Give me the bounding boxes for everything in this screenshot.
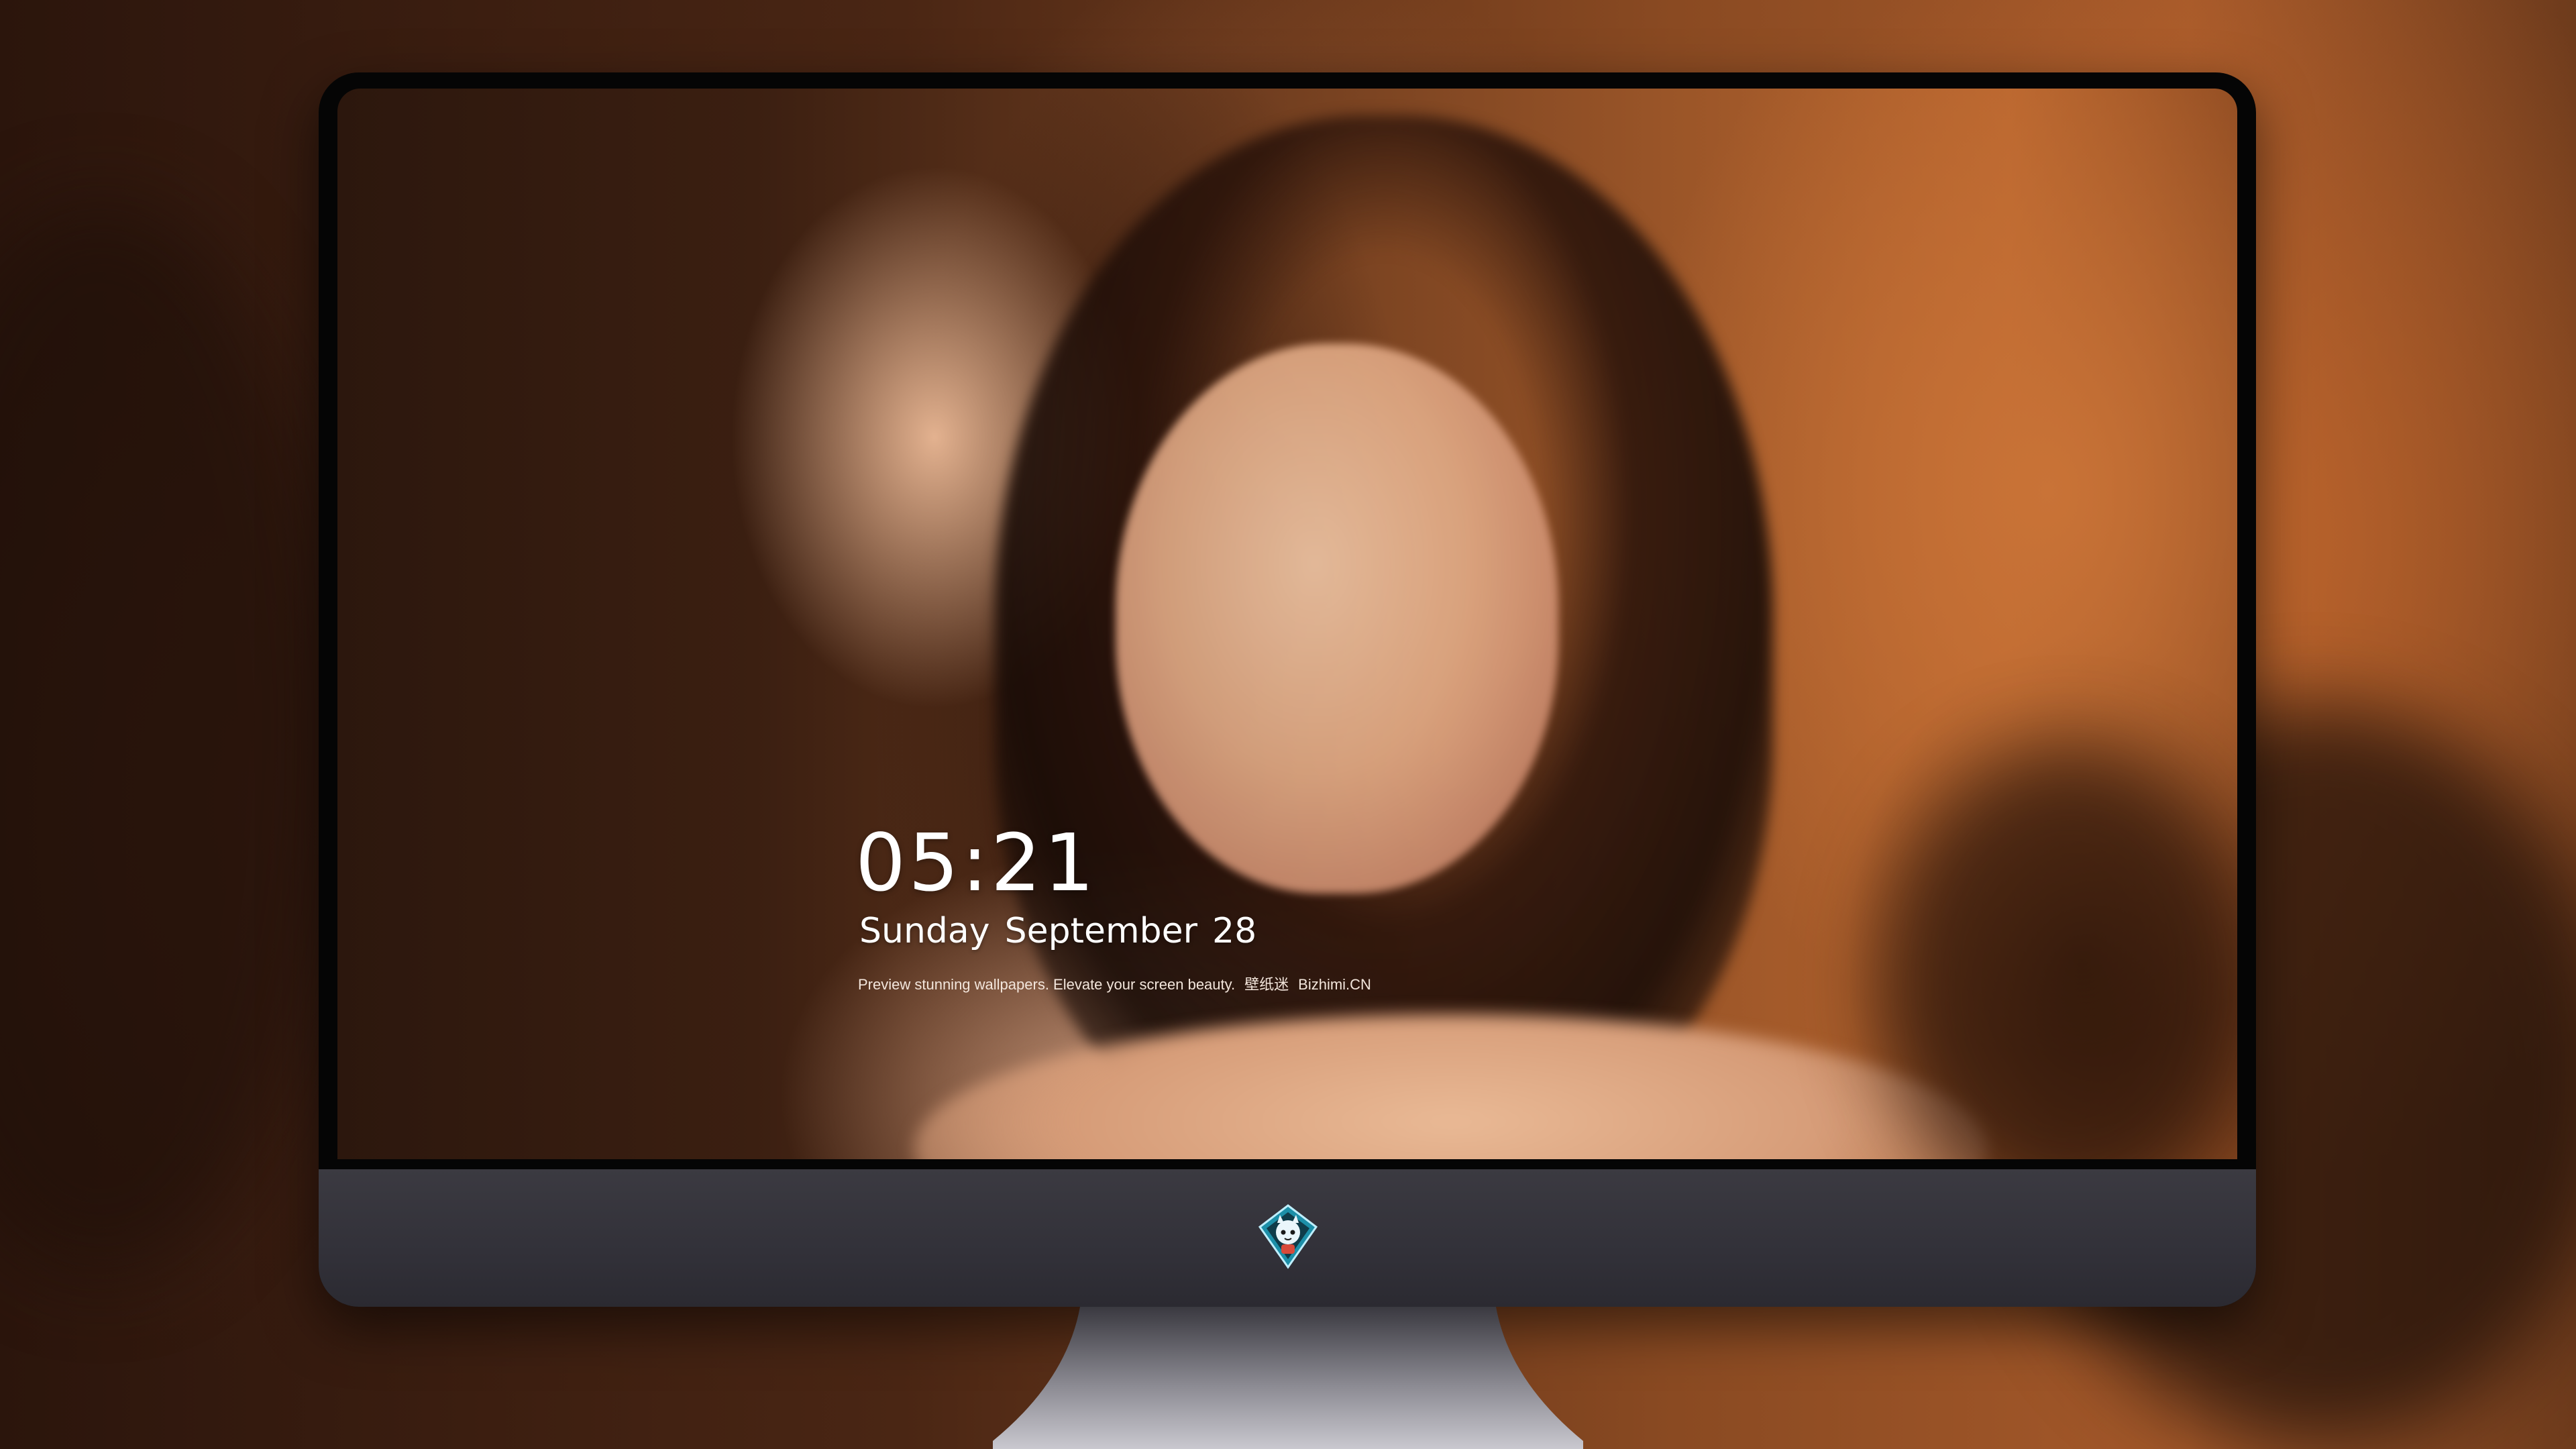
date-month: September bbox=[1004, 911, 1197, 951]
caption-brand-cn: 壁纸迷 bbox=[1244, 976, 1289, 993]
lock-screen[interactable]: 05:21 Sunday September 28 Preview stunning… bbox=[337, 89, 2237, 1159]
mascot-logo-icon bbox=[1256, 1203, 1320, 1270]
wallpaper-shadow bbox=[1880, 746, 2237, 1159]
date-weekday: Sunday bbox=[859, 911, 990, 951]
wallpaper-shoulders bbox=[914, 1014, 1988, 1159]
date-day: 28 bbox=[1212, 911, 1257, 951]
monitor: 05:21 Sunday September 28 Preview stunning… bbox=[319, 72, 2256, 1307]
lock-date: Sunday September 28 bbox=[859, 911, 1271, 951]
wallpaper-face bbox=[1116, 343, 1558, 894]
desktop-scene: 05:21 Sunday September 28 Preview stunning… bbox=[0, 0, 2576, 1449]
background-blur-shadow bbox=[0, 201, 335, 1275]
caption-text: Preview stunning wallpapers. Elevate you… bbox=[858, 976, 1236, 993]
lock-time: 05:21 bbox=[855, 816, 1097, 909]
monitor-chin bbox=[319, 1169, 2256, 1307]
wallpaper-caption: Preview stunning wallpapers. Elevate you… bbox=[858, 973, 1381, 994]
monitor-stand bbox=[993, 1307, 1583, 1449]
caption-brand-site: Bizhimi.CN bbox=[1298, 976, 1371, 993]
